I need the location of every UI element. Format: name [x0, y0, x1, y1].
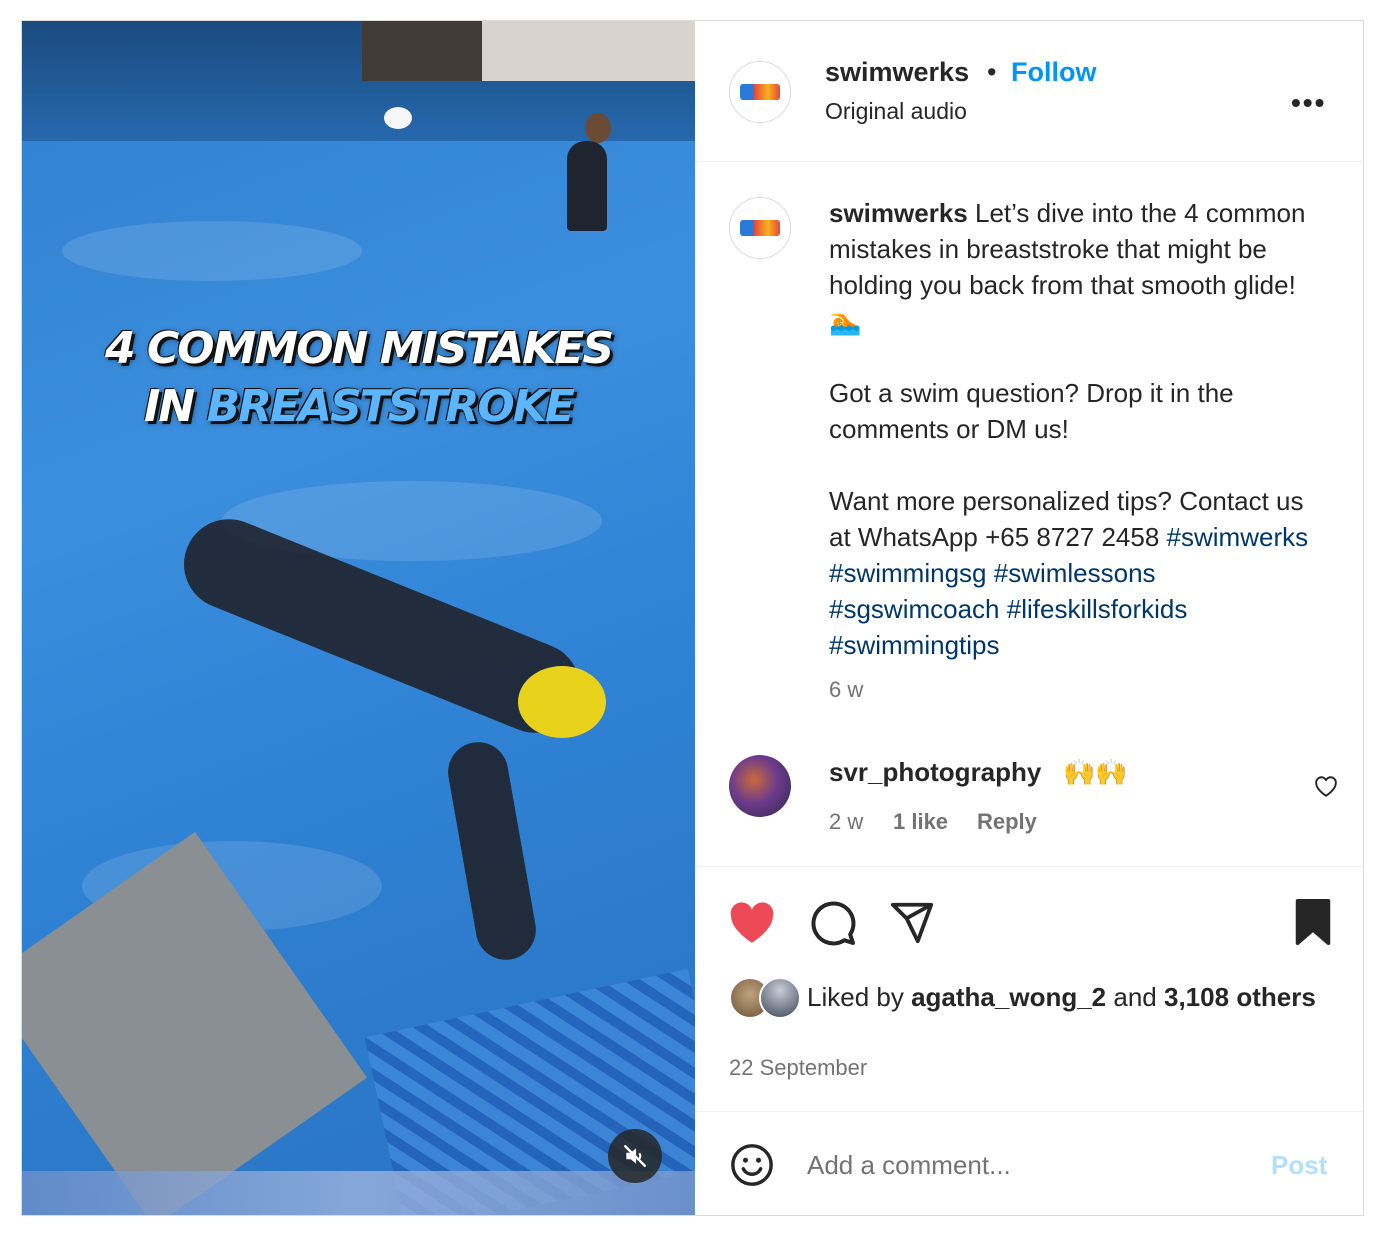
author-avatar[interactable]	[729, 61, 791, 123]
hashtag[interactable]: #swimmingsg	[829, 558, 987, 588]
mute-icon	[624, 1145, 646, 1167]
share-icon[interactable]	[889, 899, 935, 945]
hashtag[interactable]: #swimlessons	[994, 558, 1156, 588]
hashtag[interactable]: #swimwerks	[1167, 522, 1309, 552]
caption-username[interactable]: swimwerks	[829, 198, 968, 228]
mute-button[interactable]	[608, 1129, 662, 1183]
caption-text-2: Got a swim question? Drop it in the comm…	[829, 378, 1234, 444]
header-separator: •	[987, 57, 997, 87]
post-date[interactable]: 22 September	[729, 1055, 867, 1081]
hashtag[interactable]: #sgswimcoach	[829, 594, 1000, 624]
liker-username[interactable]: agatha_wong_2	[911, 982, 1106, 1012]
likes-summary[interactable]: Liked by agatha_wong_2 and 3,108 others	[807, 979, 1327, 1015]
swimwerks-logo	[740, 84, 780, 100]
emoji-icon[interactable]	[729, 1142, 775, 1188]
caption-author-avatar[interactable]	[729, 197, 791, 259]
likes-prefix: Liked by	[807, 982, 904, 1012]
post-container: 4 COMMON MISTAKES IN BREASTSTROKE swimwe…	[21, 20, 1364, 1216]
swimmer-arm	[443, 737, 541, 965]
post-actions: Liked by agatha_wong_2 and 3,108 others …	[695, 866, 1363, 1217]
comment-text: 🙌🙌	[1063, 757, 1128, 787]
video-title-in: IN	[144, 381, 207, 432]
caption-timestamp[interactable]: 6 w	[829, 677, 863, 703]
swimwerks-logo	[740, 220, 780, 236]
liker-avatars	[729, 977, 801, 1019]
bookmark-icon[interactable]	[1293, 899, 1333, 945]
comment-bar: Add a comment... Post	[695, 1111, 1363, 1218]
comment-heart-icon[interactable]	[1313, 774, 1339, 798]
commenter-avatar[interactable]	[729, 755, 791, 817]
likes-and: and	[1113, 982, 1157, 1012]
like-heart-icon[interactable]	[727, 899, 777, 945]
video-title-breaststroke: BREASTSTROKE	[206, 381, 575, 432]
comment-likes[interactable]: 1 like	[893, 809, 948, 835]
likes-others[interactable]: others	[1236, 982, 1315, 1012]
hashtag[interactable]: #lifeskillsforkids	[1007, 594, 1188, 624]
comment-input[interactable]: Add a comment...	[807, 1150, 1011, 1181]
comment-timestamp[interactable]: 2 w	[829, 809, 863, 835]
pool-ladder-area	[362, 21, 482, 81]
comment-reply-button[interactable]: Reply	[977, 809, 1037, 835]
video-bottom-strip	[22, 1171, 695, 1215]
more-options-icon[interactable]: •••	[1291, 87, 1326, 119]
post-header: swimwerks • Follow Original audio •••	[695, 21, 1363, 162]
author-username[interactable]: swimwerks	[825, 57, 969, 88]
swim-cap-white	[384, 107, 412, 129]
post-sidebar: swimwerks • Follow Original audio ••• sw…	[695, 21, 1363, 1215]
video-title-line1: 4 COMMON MISTAKES	[104, 323, 614, 374]
water-ripple	[62, 221, 362, 281]
follow-button[interactable]: Follow	[1011, 57, 1096, 88]
comment-icon[interactable]	[809, 899, 857, 947]
audio-link[interactable]: Original audio	[825, 98, 967, 125]
reel-video[interactable]: 4 COMMON MISTAKES IN BREASTSTROKE	[22, 21, 695, 1215]
commenter-username[interactable]: svr_photography	[829, 757, 1041, 788]
video-title-line2: IN BREASTSTROKE	[22, 379, 695, 435]
swim-cap-yellow	[518, 666, 606, 738]
likes-count[interactable]: 3,108	[1164, 982, 1229, 1012]
hashtag[interactable]: #swimmingtips	[829, 630, 1000, 660]
post-comment-button[interactable]: Post	[1271, 1150, 1327, 1181]
coach-head	[585, 113, 611, 143]
post-caption: swimwerks Let’s dive into the 4 common m…	[829, 195, 1319, 663]
liker-avatar[interactable]	[759, 977, 801, 1019]
coach-figure	[567, 141, 607, 231]
